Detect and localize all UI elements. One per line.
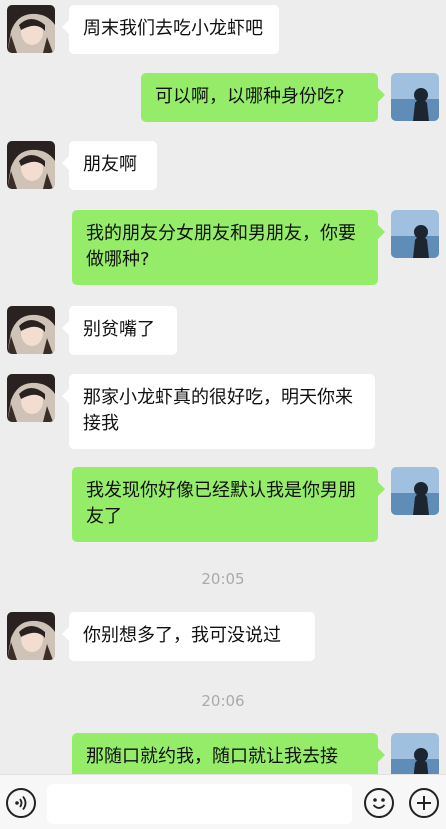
contact-avatar[interactable] (7, 141, 55, 189)
contact-avatar[interactable] (7, 5, 55, 53)
timestamp: 20:06 (201, 692, 245, 710)
received-message-bubble[interactable]: 周末我们去吃小龙虾吧 (62, 5, 279, 54)
sent-message-bubble[interactable]: 可以啊，以哪种身份吃? (141, 73, 385, 122)
sent-message-bubble[interactable]: 我的朋友分女朋友和男朋友，你要做哪种? (72, 210, 385, 285)
received-message-bubble[interactable]: 你别想多了，我可没说过 (62, 612, 315, 661)
received-message-bubble[interactable]: 朋友啊 (62, 141, 157, 190)
timestamp: 20:05 (201, 570, 245, 588)
received-message-bubble[interactable]: 别贫嘴了 (62, 306, 177, 355)
chat-area[interactable]: 周末我们去吃小龙虾吧 可以啊，以哪种身份吃? 朋友啊 我的朋友分女朋友和男朋友，… (0, 0, 446, 774)
user-avatar[interactable] (391, 467, 439, 515)
user-avatar[interactable] (391, 733, 439, 774)
user-avatar[interactable] (391, 210, 439, 258)
emoji-icon[interactable] (364, 788, 394, 818)
contact-avatar[interactable] (7, 306, 55, 354)
message-input[interactable] (47, 784, 352, 824)
sent-message-bubble[interactable]: 那随口就约我，随口就让我去接 (72, 733, 385, 774)
contact-avatar[interactable] (7, 374, 55, 422)
voice-icon[interactable] (6, 788, 36, 818)
plus-icon[interactable] (409, 788, 439, 818)
input-bar (0, 774, 446, 829)
received-message-bubble[interactable]: 那家小龙虾真的很好吃，明天你来接我 (62, 374, 375, 449)
contact-avatar[interactable] (7, 612, 55, 660)
user-avatar[interactable] (391, 73, 439, 121)
sent-message-bubble[interactable]: 我发现你好像已经默认我是你男朋友了 (72, 467, 385, 542)
